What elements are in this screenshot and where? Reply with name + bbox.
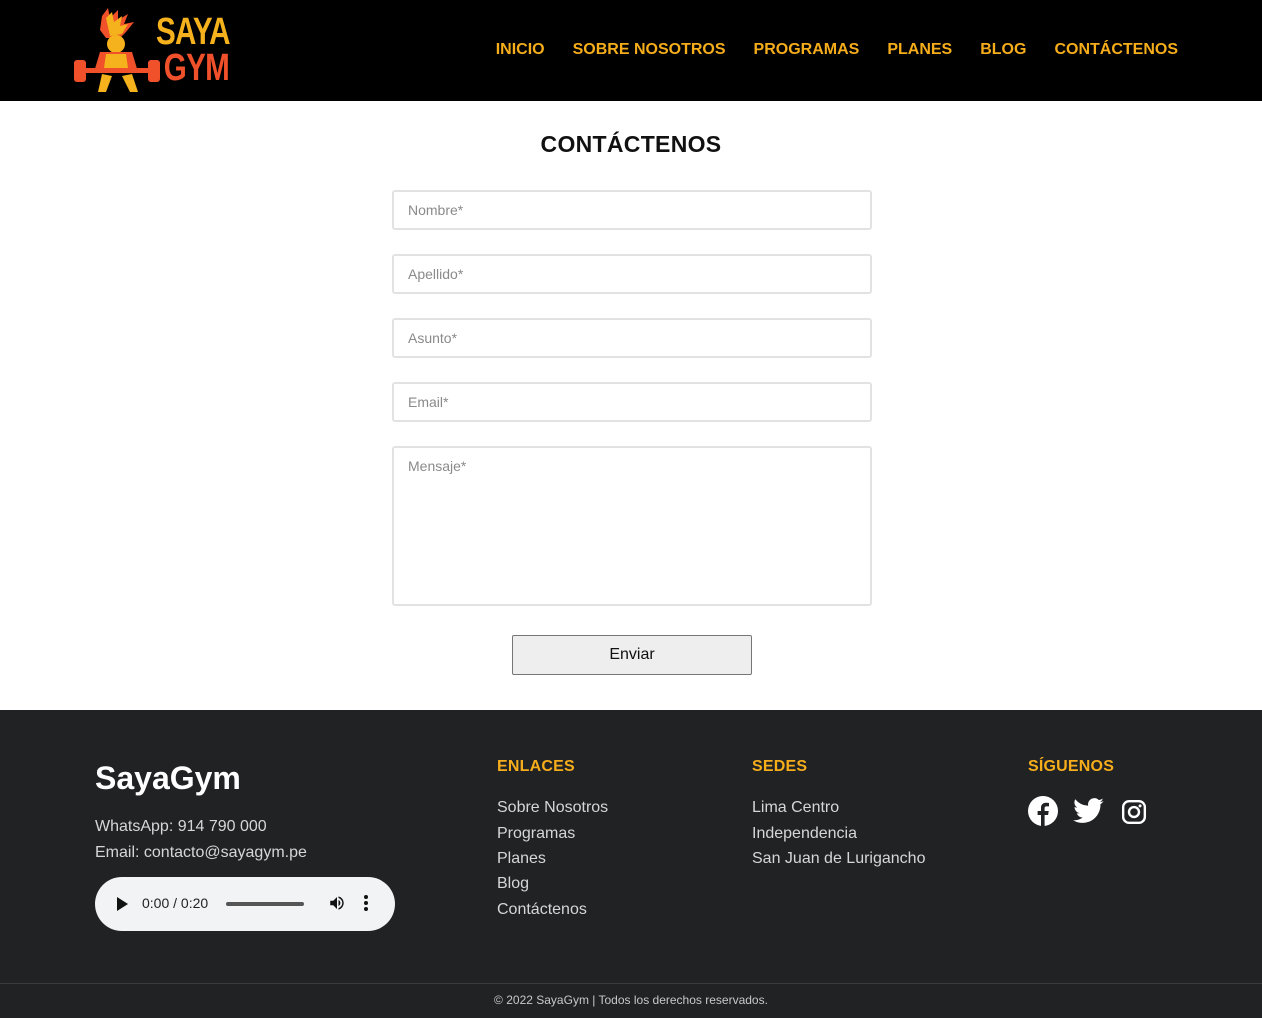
locations-title: SEDES bbox=[752, 758, 808, 775]
location-independencia[interactable]: Independencia bbox=[752, 825, 857, 843]
name-field[interactable] bbox=[392, 190, 872, 230]
twitter-icon[interactable] bbox=[1073, 795, 1105, 827]
footer-email: Email: contacto@sayagym.pe bbox=[95, 844, 307, 861]
nav-programas[interactable]: PROGRAMAS bbox=[754, 41, 860, 59]
facebook-icon[interactable] bbox=[1027, 795, 1059, 827]
footer-link-contactenos[interactable]: Contáctenos bbox=[497, 901, 587, 919]
site-footer: SayaGym WhatsApp: 914 790 000 Email: con… bbox=[0, 710, 1262, 1018]
social-title: SÍGUENOS bbox=[1028, 758, 1115, 775]
footer-link-programas[interactable]: Programas bbox=[497, 825, 575, 843]
logo-line-saya: SAYA bbox=[156, 11, 231, 53]
location-san-juan-de-lurigancho[interactable]: San Juan de Lurigancho bbox=[752, 850, 925, 868]
more-vertical-icon[interactable] bbox=[363, 894, 369, 912]
copyright-text: © 2022 SayaGym | Todos los derechos rese… bbox=[494, 993, 768, 1007]
audio-progress-track[interactable] bbox=[226, 902, 304, 906]
links-title: ENLACES bbox=[497, 758, 575, 775]
footer-whatsapp: WhatsApp: 914 790 000 bbox=[95, 818, 267, 835]
site-logo[interactable]: SAYA GYM bbox=[72, 8, 238, 94]
email-field[interactable] bbox=[392, 382, 872, 422]
play-icon[interactable] bbox=[117, 897, 128, 911]
instagram-icon[interactable] bbox=[1121, 799, 1147, 825]
footer-link-planes[interactable]: Planes bbox=[497, 850, 546, 868]
nav-inicio[interactable]: INICIO bbox=[496, 41, 545, 59]
audio-player: 0:00 / 0:20 bbox=[95, 877, 395, 931]
site-header: SAYA GYM INICIO SOBRE NOSOTROS PROGRAMAS… bbox=[0, 0, 1262, 101]
nav-planes[interactable]: PLANES bbox=[887, 41, 952, 59]
subject-field[interactable] bbox=[392, 318, 872, 358]
message-field[interactable] bbox=[392, 446, 872, 606]
location-lima-centro[interactable]: Lima Centro bbox=[752, 799, 839, 817]
audio-time: 0:00 / 0:20 bbox=[142, 895, 209, 911]
send-button[interactable]: Enviar bbox=[512, 635, 752, 675]
footer-link-sobre-nosotros[interactable]: Sobre Nosotros bbox=[497, 799, 608, 817]
nav-blog[interactable]: BLOG bbox=[980, 41, 1026, 59]
lastname-field[interactable] bbox=[392, 254, 872, 294]
nav-contactenos[interactable]: CONTÁCTENOS bbox=[1054, 41, 1178, 59]
footer-brand: SayaGym bbox=[95, 760, 241, 796]
nav-sobre-nosotros[interactable]: SOBRE NOSOTROS bbox=[573, 41, 726, 59]
page-title: CONTÁCTENOS bbox=[540, 131, 722, 157]
logo-wordmark: SAYA GYM bbox=[156, 11, 231, 89]
footer-divider bbox=[0, 983, 1262, 984]
volume-icon[interactable] bbox=[328, 894, 346, 912]
footer-link-blog[interactable]: Blog bbox=[497, 875, 529, 893]
weightlifter-logo-icon bbox=[74, 8, 160, 92]
main-nav: INICIO SOBRE NOSOTROS PROGRAMAS PLANES B… bbox=[468, 41, 1178, 59]
logo-line-gym: GYM bbox=[163, 47, 230, 89]
